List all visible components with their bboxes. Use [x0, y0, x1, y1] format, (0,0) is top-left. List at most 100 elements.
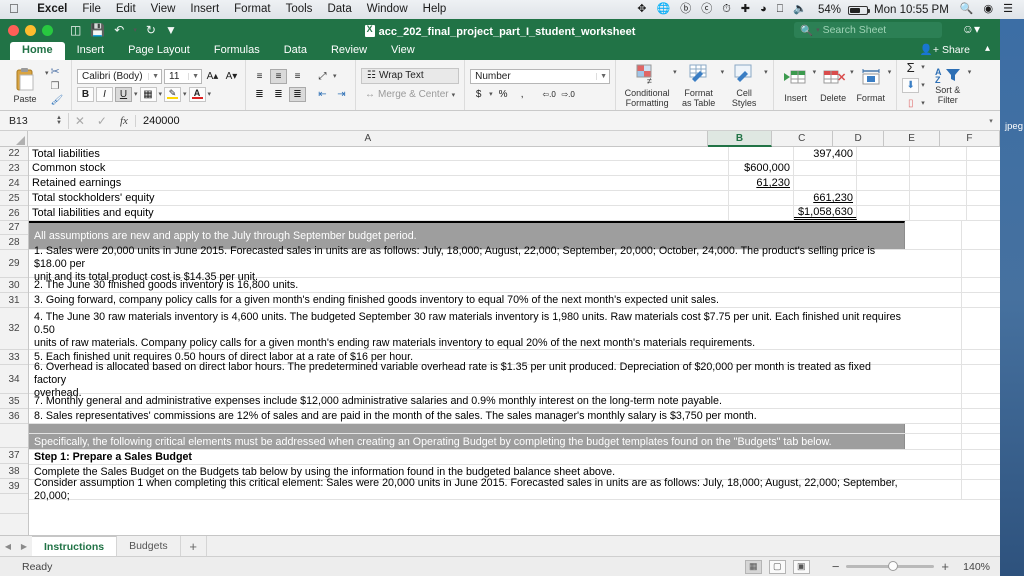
collapse-ribbon-icon[interactable]: ▴ — [985, 43, 990, 54]
table-row[interactable]: Total liabilities 397,400 — [29, 147, 1000, 161]
menu-help[interactable]: Help — [415, 0, 454, 19]
cell-styles-dropdown-icon[interactable]: ▾ — [764, 68, 768, 76]
page-break-view-icon[interactable]: ▣ — [792, 559, 810, 574]
cell-D24[interactable] — [857, 176, 910, 190]
cell-A36[interactable]: 8. Sales representatives' commissions ar… — [29, 409, 905, 423]
paste-dropdown-icon[interactable]: ▾ — [45, 69, 49, 77]
cell-F38[interactable] — [962, 450, 1000, 464]
table-row[interactable]: 6. Overhead is allocated based on direct… — [29, 361, 1000, 399]
volume-icon[interactable]: 🔈 — [788, 0, 812, 19]
cell-D23[interactable] — [857, 161, 910, 175]
row-header-blank[interactable] — [0, 424, 28, 448]
cell-D25[interactable] — [857, 191, 910, 205]
cell-F22[interactable] — [967, 147, 1000, 160]
row-header-25[interactable]: 25 — [0, 191, 28, 206]
cell-E23[interactable] — [910, 161, 967, 175]
cell-A26[interactable]: Total liabilities and equity — [29, 206, 729, 220]
battery-icon[interactable] — [848, 6, 871, 15]
bluetooth-icon[interactable]: ✚ — [736, 0, 755, 19]
decrease-indent-button[interactable]: ⇤ — [314, 87, 331, 102]
menu-file[interactable]: File — [75, 0, 109, 19]
cell-A40[interactable]: Consider assumption 1 when completing th… — [29, 477, 905, 502]
name-box-spinner[interactable]: ▲ ▼ — [56, 115, 68, 126]
autosum-button[interactable]: Σ — [902, 60, 919, 75]
align-middle-button[interactable]: ≡ — [270, 68, 287, 84]
cell-B23[interactable]: $600,000 — [729, 161, 794, 175]
cell-A25[interactable]: Total stockholders' equity — [29, 191, 729, 205]
sort-filter-button[interactable]: A Z Sort & Filter — [928, 65, 968, 106]
search-icon[interactable]: 🔍 — [955, 0, 979, 19]
copy-icon[interactable]: ❐ — [51, 81, 64, 92]
dropbox-icon[interactable]: ✥ — [632, 0, 651, 19]
cancel-formula-button[interactable]: ✕ — [69, 114, 91, 128]
cell-A24[interactable]: Retained earnings — [29, 176, 729, 190]
sheet-tab-budgets[interactable]: Budgets — [117, 536, 181, 556]
column-header-E[interactable]: E — [884, 131, 940, 146]
cell-A29[interactable]: 1. Sales were 20,000 units in June 2015.… — [29, 245, 905, 283]
orientation-dropdown-icon[interactable]: ▾ — [333, 72, 337, 80]
menu-app-name[interactable]: Excel — [30, 0, 75, 19]
at-circle-icon[interactable]: ⓒ — [696, 0, 717, 19]
column-header-F[interactable]: F — [939, 131, 1000, 146]
row-header-38[interactable]: 38 — [0, 464, 28, 479]
cell-F33[interactable] — [962, 350, 1000, 364]
search-dropdown-icon[interactable]: ▾ — [816, 26, 820, 34]
table-row[interactable]: Total liabilities and equity $1,058,630 — [29, 206, 1000, 221]
table-row[interactable]: Total stockholders' equity 661,230 — [29, 191, 1000, 206]
font-size-select[interactable]: 11 ▼ — [164, 68, 202, 84]
column-header-C[interactable]: C — [771, 131, 833, 146]
cell-F25[interactable] — [967, 191, 1000, 205]
row-header-24[interactable]: 24 — [0, 176, 28, 191]
table-row[interactable]: 1. Sales were 20,000 units in June 2015.… — [29, 245, 1000, 283]
clear-dropdown-icon[interactable]: ▾ — [921, 99, 925, 107]
merge-center-button[interactable]: ↔ Merge & Center ▾ — [361, 87, 459, 103]
tab-insert[interactable]: Insert — [65, 42, 117, 60]
table-row[interactable]: 7. Monthly general and administrative ex… — [29, 394, 1000, 409]
cell-E32[interactable] — [905, 308, 962, 349]
borders-dropdown-icon[interactable]: ▾ — [159, 90, 163, 98]
cell-E35[interactable] — [905, 394, 962, 408]
table-row[interactable]: 2. The June 30 finished goods inventory … — [29, 278, 1000, 293]
align-center-button[interactable]: ≣ — [270, 87, 287, 102]
normal-view-icon[interactable]: ▦ — [744, 559, 762, 574]
row-header-35[interactable]: 35 — [0, 394, 28, 409]
row-header-32[interactable]: 32 — [0, 308, 28, 350]
format-painter-icon[interactable]: 🖌 — [51, 95, 64, 106]
fill-color-icon[interactable]: ✎ — [164, 86, 182, 102]
column-header-D[interactable]: D — [832, 131, 885, 146]
cell-F27[interactable] — [962, 221, 1000, 249]
row-header-22[interactable]: 22 — [0, 147, 28, 161]
wifi-icon[interactable]: ◕ — [755, 0, 772, 19]
fill-color-dropdown-icon[interactable]: ▾ — [183, 90, 187, 98]
close-button[interactable] — [8, 24, 19, 36]
table-row[interactable] — [29, 424, 1000, 434]
zoom-slider-knob[interactable] — [887, 561, 898, 571]
borders-icon[interactable]: ▦ — [139, 86, 157, 102]
table-row[interactable]: 4. The June 30 raw materials inventory i… — [29, 308, 1000, 350]
comma-format-button[interactable]: , — [514, 87, 531, 102]
cell-F31[interactable] — [962, 293, 1000, 307]
number-format-select[interactable]: Number ▼ — [470, 68, 611, 84]
cell-D22[interactable] — [857, 147, 910, 160]
share-button[interactable]: 👤+ Share — [920, 43, 970, 56]
cell-F26[interactable] — [967, 206, 1000, 220]
align-left-button[interactable]: ≣ — [251, 87, 268, 102]
cell-F30[interactable] — [962, 278, 1000, 292]
menu-tools[interactable]: Tools — [278, 0, 320, 19]
format-cells-button[interactable]: Format — [854, 67, 888, 104]
cell-E25[interactable] — [910, 191, 967, 205]
italic-button[interactable]: I — [96, 86, 113, 102]
cell-A38[interactable]: Step 1: Prepare a Sales Budget — [29, 450, 905, 464]
row-header-23[interactable]: 23 — [0, 161, 28, 176]
font-color-dropdown-icon[interactable]: ▾ — [208, 90, 212, 98]
decrease-decimal-icon[interactable]: ⇨.0 — [560, 87, 577, 102]
cell-F34[interactable] — [962, 365, 1000, 393]
column-header-B[interactable]: B — [708, 131, 772, 147]
font-color-icon[interactable]: A — [188, 86, 206, 102]
menu-insert[interactable]: Insert — [183, 0, 227, 19]
row-header-29[interactable]: 29 — [0, 250, 28, 278]
add-sheet-button[interactable]: + — [181, 536, 207, 556]
row-header-26[interactable]: 26 — [0, 206, 28, 221]
conditional-formatting-button[interactable]: ≠ Conditional Formatting — [621, 62, 673, 109]
cell-B22[interactable] — [729, 147, 794, 160]
